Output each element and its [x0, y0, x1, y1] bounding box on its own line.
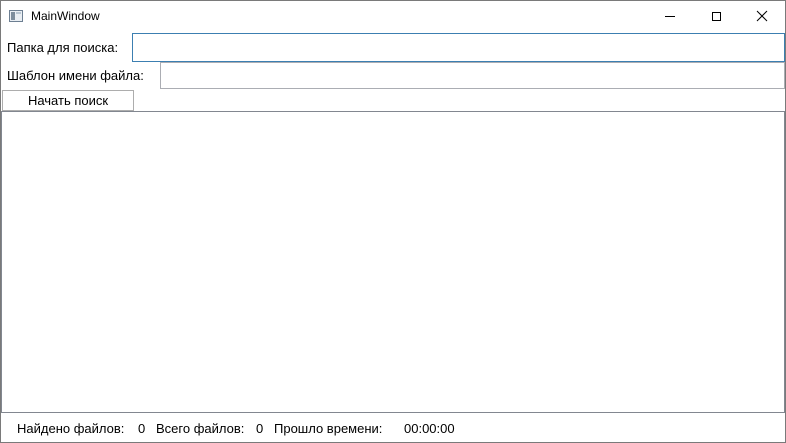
app-window-icon — [9, 10, 23, 22]
folder-label: Папка для поиска: — [7, 40, 119, 55]
folder-input[interactable] — [132, 33, 785, 62]
maximize-button[interactable] — [693, 1, 739, 31]
minimize-button[interactable] — [647, 1, 693, 31]
found-files-value: 0 — [138, 421, 146, 436]
elapsed-time-label: Прошло времени: — [274, 421, 383, 436]
maximize-icon — [711, 11, 721, 21]
window-title: MainWindow — [31, 9, 100, 23]
total-files-label: Всего файлов: — [156, 421, 245, 436]
file-pattern-input[interactable] — [160, 62, 785, 89]
start-search-button[interactable]: Начать поиск — [2, 90, 134, 111]
file-pattern-label: Шаблон имени файла: — [7, 68, 144, 83]
elapsed-time-value: 00:00:00 — [404, 421, 455, 436]
results-list[interactable] — [1, 111, 785, 413]
close-button[interactable] — [739, 1, 785, 31]
main-window: MainWindow Папка для поиска: Шаблон имен… — [0, 0, 786, 443]
found-files-label: Найдено файлов: — [17, 421, 125, 436]
total-files-value: 0 — [256, 421, 264, 436]
title-bar[interactable]: MainWindow — [1, 1, 785, 31]
minimize-icon — [665, 15, 675, 17]
close-icon — [756, 10, 768, 22]
status-bar: Найдено файлов: 0 Всего файлов: 0 Прошло… — [1, 413, 785, 442]
